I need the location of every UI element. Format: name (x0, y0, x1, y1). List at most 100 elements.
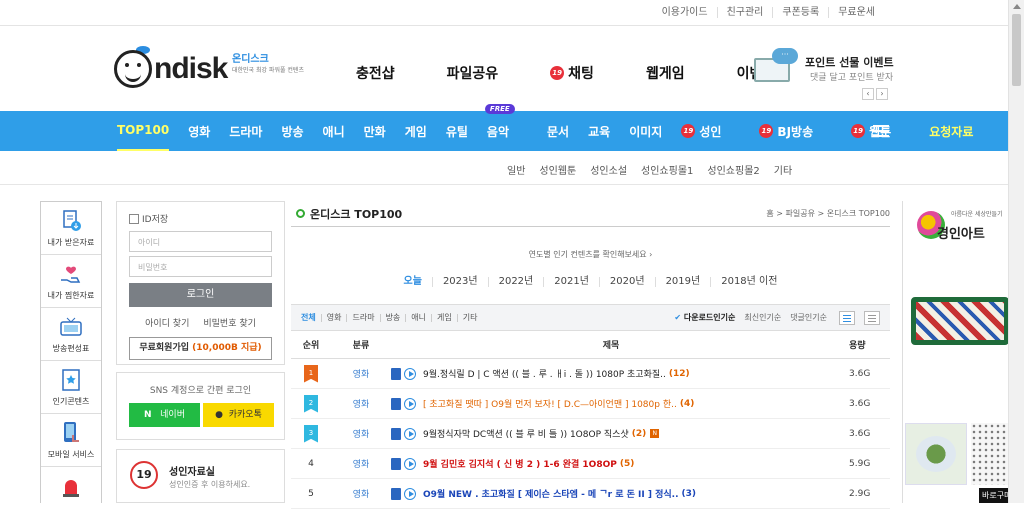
download-icon[interactable] (391, 367, 401, 380)
right-banner-ad[interactable]: ⓘ 아름다운 세상만들기 경인아트 바로구매 (902, 201, 1023, 503)
sub-nav-etc[interactable]: 기타 (774, 162, 792, 177)
rail-favorite-files[interactable]: 내가 찜한자료 (41, 255, 101, 308)
category-tab-top100[interactable]: TOP100 (117, 111, 170, 151)
filter-tab-broadcast[interactable]: 방송 (379, 313, 406, 322)
category-tab-anime[interactable]: 애니 (323, 111, 345, 151)
main-nav-webgame[interactable]: 웹게임 (646, 63, 711, 83)
category-tab-broadcast[interactable]: 방송 (281, 111, 303, 151)
category-tab-game[interactable]: 게임 (405, 111, 427, 151)
yearly-hint-link[interactable]: 연도별 인기 컨텐츠를 확인해보세요 › (291, 249, 890, 260)
ondisk-logo[interactable]: ndisk 온디스크 대한민국 최강 파워풀 컨텐츠 (114, 46, 324, 92)
category-cell[interactable]: 영화 (331, 397, 391, 410)
naver-login-button[interactable]: N 네이버 (129, 403, 200, 427)
find-password-link[interactable]: 비밀번호 찾기 (203, 316, 256, 329)
file-title-link[interactable]: [ 초고화질 땟따 ] O9월 먼저 보자! [ D.C—아이언맨 ] 1080… (423, 397, 677, 410)
main-nav-shop[interactable]: 충전샵 (356, 63, 421, 83)
play-icon[interactable] (404, 457, 416, 470)
year-tab-today[interactable]: 오늘 (394, 277, 432, 287)
table-row[interactable]: 5 영화 O9월 NEW . 초고화질 [ 제이슨 스타엠 - 메 ᄀr 로 돈 I… (291, 479, 890, 509)
table-row[interactable]: 1 영화 9월.정식릴 D | C 액션 (( 블 . 루 . ㅐi . 돌 )) … (291, 359, 890, 389)
main-nav-fileshare[interactable]: 파일공유 (447, 63, 525, 83)
year-tab-2019[interactable]: 2019년 (654, 277, 711, 287)
list-view-icon[interactable] (839, 310, 855, 325)
rail-received-files[interactable]: 내가 받은자료 (41, 202, 101, 255)
download-icon[interactable] (391, 427, 401, 440)
category-tab-request[interactable]: 요청자료 (929, 111, 973, 151)
point-gift-promo[interactable]: ··· 포인트 선물 이벤트 댓글 달고 포인트 받자 ‹ › (754, 48, 894, 108)
table-row[interactable]: 3 영화 9월정식자막 DC액션 (( 블 루 비 틀 )) 1O8OP 직스샷 (2… (291, 419, 890, 449)
file-title-link[interactable]: 9월정식자막 DC액션 (( 블 루 비 틀 )) 1O8OP 직스샷 (423, 427, 629, 440)
rail-popular-content[interactable]: 인기콘텐츠 (41, 361, 101, 414)
rail-broadcast-schedule[interactable]: 방송편성표 (41, 308, 101, 361)
password-input[interactable]: 비밀번호 (129, 256, 272, 277)
play-icon[interactable] (404, 397, 416, 410)
sub-nav-adult-webtoon[interactable]: 성인웹툰 (539, 162, 576, 177)
download-icon[interactable] (391, 397, 401, 410)
category-tab-movie[interactable]: 영화 (188, 111, 210, 151)
filter-tab-anime[interactable]: 애니 (405, 313, 431, 322)
play-icon[interactable] (404, 487, 416, 500)
category-tab-image[interactable]: 이미지 (629, 111, 662, 151)
category-tab-document[interactable]: 문서 (547, 111, 569, 151)
sub-nav-adult-shop-2[interactable]: 성인쇼핑몰2 (707, 162, 759, 177)
filter-tab-all[interactable]: 전체 (301, 313, 321, 322)
scroll-up-arrow-icon[interactable] (1013, 4, 1021, 9)
id-input[interactable]: 아이디 (129, 231, 272, 252)
download-icon[interactable] (391, 487, 401, 500)
category-cell[interactable]: 영화 (331, 367, 391, 380)
play-icon[interactable] (404, 367, 416, 380)
year-tab-2021[interactable]: 2021년 (543, 277, 599, 287)
sub-nav-adult-novel[interactable]: 성인소설 (590, 162, 627, 177)
file-title-link[interactable]: O9월 NEW . 초고화질 [ 제이슨 스타엠 - 메 ᄀr 로 돈 II ]… (423, 487, 679, 500)
category-tab-utility[interactable]: 유틸 (446, 111, 468, 151)
sort-download[interactable]: 다운로드인기순 (674, 312, 736, 323)
filter-tab-drama[interactable]: 드라마 (346, 313, 379, 322)
year-tab-2018-before[interactable]: 2018년 이전 (710, 277, 787, 287)
filter-tab-game[interactable]: 게임 (431, 313, 457, 322)
sub-nav-adult-shop-1[interactable]: 성인쇼핑몰1 (641, 162, 693, 177)
promo-prev-button[interactable]: ‹ (862, 88, 874, 100)
sort-comment[interactable]: 댓글인기순 (790, 312, 827, 323)
top-link-friends[interactable]: 친구관리 (716, 7, 773, 18)
category-tab-music[interactable]: FREE 음악 (484, 104, 528, 151)
sort-recent[interactable]: 최신인기순 (744, 312, 781, 323)
category-cell[interactable]: 영화 (331, 427, 391, 440)
sub-nav-general[interactable]: 일반 (507, 162, 525, 177)
file-title-link[interactable]: 9월 김민호 김지석 ( 신 병 2 ) 1-6 완결 1O8OP (423, 457, 617, 470)
kakao-login-button[interactable]: ● 카카오톡 (203, 403, 274, 427)
main-nav-chat[interactable]: 19 채팅 (550, 63, 620, 83)
table-row[interactable]: 4 영화 9월 김민호 김지석 ( 신 병 2 ) 1-6 완결 1O8OP (5) 5… (291, 449, 890, 479)
filter-tab-etc[interactable]: 기타 (456, 313, 483, 322)
category-cell[interactable]: 영화 (331, 487, 391, 500)
free-signup-button[interactable]: 무료회원가입 (10,000B 지급) (129, 337, 272, 360)
adult-content-box[interactable]: 19 성인자료실 성인인증 후 이용하세요. (116, 449, 285, 503)
login-button[interactable]: 로그인 (129, 283, 272, 307)
hamburger-menu-icon[interactable] (873, 125, 889, 137)
rail-mobile-service[interactable]: 모바일 서비스 (41, 414, 101, 467)
save-id-checkbox[interactable]: ID저장 (129, 212, 272, 225)
rail-alert-item[interactable] (41, 467, 101, 520)
top-link-fortune[interactable]: 무료운세 (828, 7, 884, 18)
grid-view-icon[interactable] (864, 310, 880, 325)
scrollbar-thumb[interactable] (1012, 14, 1021, 86)
download-icon[interactable] (391, 457, 401, 470)
category-tab-adult[interactable]: 19 성인 (681, 111, 740, 151)
top-link-guide[interactable]: 이용가이드 (653, 7, 717, 18)
table-row[interactable]: 2 영화 [ 초고화질 땟따 ] O9월 먼저 보자! [ D.C—아이언맨 ] 1… (291, 389, 890, 419)
category-tab-drama[interactable]: 드라마 (229, 111, 262, 151)
year-tab-2022[interactable]: 2022년 (487, 277, 544, 287)
file-title-link[interactable]: 9월.정식릴 D | C 액션 (( 블 . 루 . ㅐi . 돌 )) 108… (423, 367, 666, 380)
category-tab-education[interactable]: 교육 (588, 111, 610, 151)
category-tab-comic[interactable]: 만화 (364, 111, 386, 151)
filter-tab-movie[interactable]: 영화 (320, 313, 347, 322)
find-id-link[interactable]: 아이디 찾기 (145, 316, 189, 329)
play-icon[interactable] (404, 427, 416, 440)
promo-next-button[interactable]: › (876, 88, 888, 100)
year-tab-2020[interactable]: 2020년 (598, 277, 655, 287)
category-tab-bj[interactable]: 19 BJ방송 (759, 111, 832, 151)
vertical-scrollbar[interactable] (1008, 0, 1024, 503)
year-tab-2023[interactable]: 2023년 (431, 277, 488, 287)
category-cell[interactable]: 영화 (331, 457, 391, 470)
size-cell: 3.6G (849, 368, 871, 379)
top-link-coupon[interactable]: 쿠폰등록 (772, 7, 828, 18)
